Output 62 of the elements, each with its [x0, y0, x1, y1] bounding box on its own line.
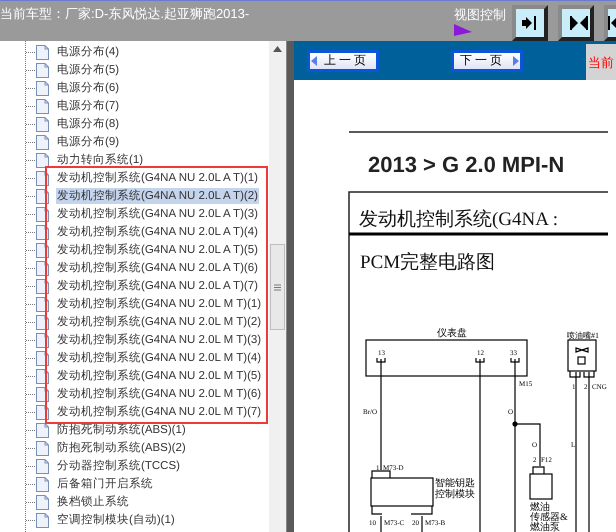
document-icon — [36, 116, 49, 132]
document-icon — [36, 494, 49, 510]
tree-item[interactable]: 电源分布(6) — [56, 80, 120, 96]
document-icon — [36, 62, 49, 78]
document-icon — [36, 98, 49, 114]
tree-item[interactable]: 电源分布(8) — [56, 116, 120, 132]
tree-item[interactable]: 发动机控制系统(G4NA NU 2.0L A T)(7) — [56, 278, 259, 294]
tree-item[interactable]: 空调控制模块(自动)(1) — [56, 512, 176, 528]
diagram-label: 传感器& — [530, 512, 568, 523]
tree-item[interactable]: 发动机控制系统(G4NA NU 2.0L A T)(6) — [56, 260, 259, 276]
document-icon — [36, 152, 49, 168]
document-icon — [36, 422, 49, 438]
tree-item[interactable]: 电源分布(4) — [56, 44, 120, 60]
document-icon — [36, 476, 49, 492]
tree-item[interactable]: 电源分布(5) — [56, 62, 120, 78]
tree-item[interactable]: 发动机控制系统(G4NA NU 2.0L M T)(6) — [56, 386, 262, 402]
car-model-title: 当前车型：厂家:D-东风悦达.起亚狮跑2013- — [0, 5, 250, 23]
view-control-label: 视图控制 — [454, 6, 506, 24]
arrow-left-icon — [311, 56, 318, 66]
document-icon — [36, 458, 49, 474]
diagram-label: 燃油 — [530, 502, 550, 513]
tree-item[interactable]: 换档锁止系统 — [56, 494, 130, 510]
document-heading: 2013 > G 2.0 MPI-N — [368, 152, 564, 177]
tree-item[interactable]: 防抱死制动系统(ABS)(2) — [56, 440, 187, 456]
previous-page-button[interactable]: 上一页 — [307, 50, 379, 72]
tree-item[interactable]: 发动机控制系统(G4NA NU 2.0L M T)(7) — [56, 404, 262, 420]
tree-item[interactable]: 发动机控制系统(G4NA NU 2.0L M T)(5) — [56, 368, 262, 384]
view-button[interactable] — [558, 5, 594, 41]
section-title: 发动机控制系统(G4NA : — [359, 209, 558, 230]
tree-item[interactable]: 发动机控制系统(G4NA NU 2.0L M T)(4) — [56, 350, 262, 366]
tree-item[interactable]: 防抱死制动系统(ABS)(1) — [56, 422, 187, 438]
document-icon — [36, 80, 49, 96]
diagram-label: 智能钥匙 — [435, 478, 475, 489]
document-icon — [36, 440, 49, 456]
tree-item[interactable]: 电源分布(9) — [56, 134, 120, 150]
diagram-label: 喷油嘴#1 — [567, 331, 599, 340]
diagram-title: PCM完整电路图 — [360, 252, 496, 273]
tree-item[interactable]: 电源分布(7) — [56, 98, 120, 114]
next-page-button[interactable]: 下一页 — [451, 50, 523, 72]
tree-item[interactable]: 发动机控制系统(G4NA NU 2.0L M T)(3) — [56, 332, 262, 348]
tree-item[interactable]: 发动机控制系统(G4NA NU 2.0L M T)(2) — [56, 314, 262, 330]
arrow-right-icon — [512, 56, 519, 66]
tree-item[interactable]: 发动机控制系统(G4NA NU 2.0L A T)(3) — [56, 206, 259, 222]
tree-item[interactable]: 后备箱门开启系统 — [56, 476, 154, 492]
tree-item[interactable]: 发动机控制系统(G4NA NU 2.0L A T)(1) — [56, 170, 259, 186]
tree-item[interactable]: 发动机控制系统(G4NA NU 2.0L A T)(2) — [56, 188, 259, 204]
diagram-label: 控制模块 — [435, 489, 475, 500]
tree-item[interactable]: 发动机控制系统(G4NA NU 2.0L A T)(4) — [56, 224, 259, 240]
tree-item[interactable]: 发动机控制系统(G4NA NU 2.0L M T)(1) — [56, 296, 262, 312]
scroll-up-icon[interactable] — [273, 46, 282, 52]
tree-item[interactable]: 发动机控制系统(G4NA NU 2.0L A T)(5) — [56, 242, 259, 258]
diagram-label: 燃油泵 — [530, 522, 560, 532]
current-page-label: 当前 — [587, 54, 614, 72]
view-button[interactable] — [512, 5, 548, 41]
grip-icon — [274, 284, 281, 290]
scrollbar-thumb[interactable] — [270, 244, 285, 330]
tree-item[interactable]: 动力转向系统(1) — [56, 152, 144, 168]
document-icon — [36, 134, 49, 150]
tree-item[interactable]: 分动器控制系统(TCCS) — [56, 458, 181, 474]
document-icon — [36, 44, 49, 60]
document-icon — [36, 512, 49, 528]
diagram-label: 仪表盘 — [437, 328, 467, 339]
